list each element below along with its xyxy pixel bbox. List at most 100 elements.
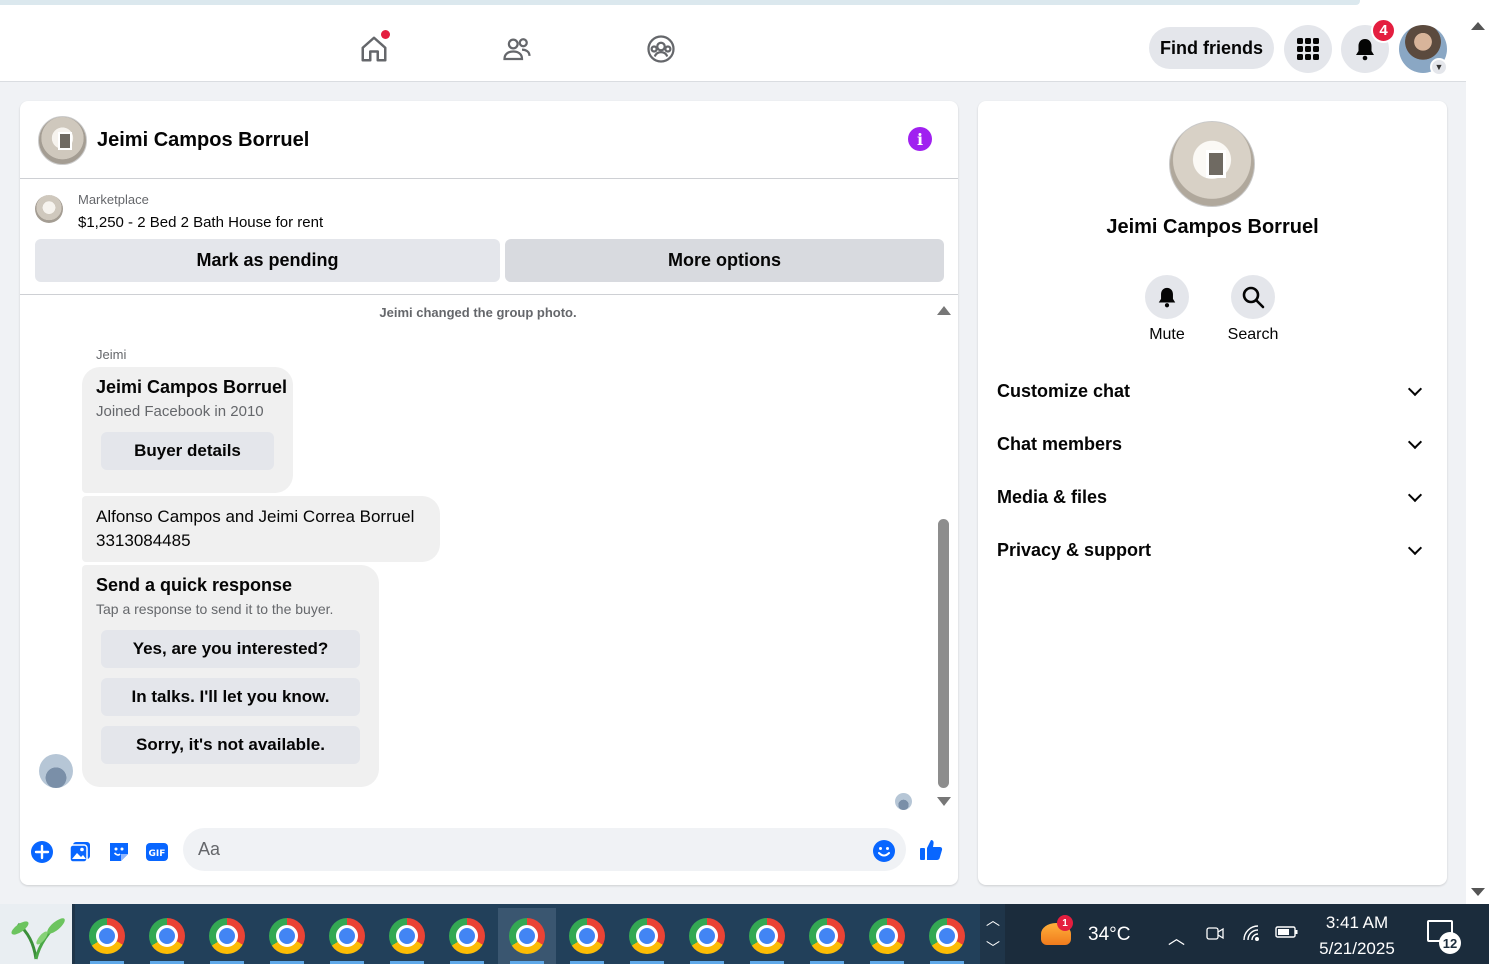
chrome-window-12[interactable] [738,908,796,964]
chrome-window-13[interactable] [798,908,856,964]
pinned-app-button[interactable] [0,904,72,964]
privacy-support-label: Privacy & support [997,539,1152,560]
meet-now-icon[interactable] [1206,924,1224,947]
chrome-window-2[interactable] [138,908,196,964]
chrome-icon [629,918,665,954]
chrome-window-11[interactable] [678,908,736,964]
customize-chat-section[interactable]: Customize chat [997,371,1428,411]
svg-text:GIF: GIF [149,849,166,859]
marketplace-listing: Marketplace $1,250 - 2 Bed 2 Bath House … [20,179,958,295]
buyer-details-button[interactable]: Buyer details [101,432,274,470]
camera-icon [1206,927,1224,940]
taskbar-app-area [75,904,980,964]
scrollbar-thumb[interactable] [938,519,949,788]
info-icon[interactable]: i [908,127,932,151]
clock[interactable]: 3:41 AM 5/21/2025 [1307,910,1407,962]
like-button[interactable] [918,837,944,863]
sticker-button[interactable] [106,839,132,865]
photo-icon [69,842,90,863]
more-actions-button[interactable] [29,839,55,865]
wifi-icon[interactable] [1242,924,1262,947]
chevron-down-icon [1407,381,1423,396]
chat-header: Jeimi Campos Borruel i [20,101,958,179]
quick-response-not-available-button[interactable]: Sorry, it's not available. [101,726,360,764]
windows-taskbar: ︿ ﹀ 1 34°C ︿ 3:41 AM 5/21/2025 12 [0,904,1489,964]
search-icon [1242,286,1265,309]
search-label: Search [1227,326,1279,343]
mute-label: Mute [1149,326,1185,343]
battery-icon[interactable] [1275,924,1299,945]
chrome-window-7[interactable] [438,908,496,964]
listing-title[interactable]: $1,250 - 2 Bed 2 Bath House for rent [78,214,323,231]
quick-response-subtitle: Tap a response to send it to the buyer. [96,601,334,617]
home-notification-dot [381,30,390,39]
chrome-window-4[interactable] [258,908,316,964]
listing-thumbnail[interactable] [35,195,63,223]
chrome-icon [809,918,845,954]
marketplace-label: Marketplace [78,192,149,207]
contact-avatar[interactable] [38,116,87,165]
mute-button[interactable] [1145,275,1189,319]
media-files-section[interactable]: Media & files [997,477,1428,517]
plant-app-icon [11,918,65,960]
attach-photo-button[interactable] [67,839,93,865]
quick-response-yes-button[interactable]: Yes, are you interested? [101,630,360,668]
chrome-window-3[interactable] [198,908,256,964]
contact-name[interactable]: Jeimi Campos Borruel [97,129,309,152]
info-panel-avatar[interactable] [1169,121,1255,207]
quick-response-in-talks-button[interactable]: In talks. I'll let you know. [101,678,360,716]
groups-nav-button[interactable] [644,32,678,66]
taskbar-overflow-arrows[interactable]: ︿ ﹀ [983,904,1003,964]
chrome-window-15[interactable] [918,908,976,964]
show-hidden-icons-icon[interactable]: ︿ [1168,924,1185,949]
buyer-avatar[interactable] [39,754,73,788]
menu-button[interactable] [1284,25,1332,73]
home-nav-button[interactable] [357,30,391,66]
chrome-window-6[interactable] [378,908,436,964]
message-composer: GIF [20,821,958,885]
chrome-icon [449,918,485,954]
mark-as-pending-button[interactable]: Mark as pending [35,239,500,282]
temperature[interactable]: 34°C [1088,924,1130,946]
chat-members-section[interactable]: Chat members [997,424,1428,464]
page-scrollbar[interactable] [1466,14,1489,904]
chrome-window-1[interactable] [78,908,136,964]
privacy-support-section[interactable]: Privacy & support [997,530,1428,570]
chrome-window-5[interactable] [318,908,376,964]
browser-strip [0,0,1489,14]
conversation-info-panel: Jeimi Campos Borruel Mute Search Customi… [978,101,1447,885]
chevron-up-icon[interactable]: ︿ [983,910,1003,930]
chrome-icon [329,918,365,954]
page-scroll-down-icon[interactable] [1471,888,1485,896]
chevron-down-icon [1407,540,1423,555]
search-button[interactable] [1231,275,1275,319]
emoji-button[interactable] [871,838,897,864]
weather-widget[interactable]: 1 [1039,915,1073,949]
buyer-card-subtitle: Joined Facebook in 2010 [96,403,264,420]
chrome-window-8-active[interactable] [498,908,556,964]
chevron-down-icon [1407,434,1423,449]
page-scroll-up-icon[interactable] [1471,22,1485,30]
chrome-icon [89,918,125,954]
find-friends-button[interactable]: Find friends [1149,27,1274,69]
chat-scrollbar[interactable] [936,306,952,811]
message-input[interactable] [183,828,906,871]
chrome-window-9[interactable] [558,908,616,964]
buyer-phone-number: 3313084485 [96,531,191,550]
scroll-down-arrow-icon[interactable] [937,797,951,806]
friends-nav-button[interactable] [500,32,534,66]
notification-count-badge: 4 [1371,18,1396,43]
buyer-info-card: Jeimi Campos Borruel Joined Facebook in … [82,367,293,493]
scroll-up-arrow-icon[interactable] [937,306,951,315]
chrome-icon [389,918,425,954]
more-options-button[interactable]: More options [505,239,944,282]
chrome-window-10[interactable] [618,908,676,964]
action-center-icon[interactable]: 12 [1427,920,1461,954]
mute-action[interactable]: Mute [1137,275,1197,344]
chrome-window-14[interactable] [858,908,916,964]
search-action[interactable]: Search [1223,275,1283,344]
account-chevron-icon[interactable]: ▼ [1430,58,1448,76]
gif-button[interactable]: GIF [144,839,170,865]
chevron-down-icon[interactable]: ﹀ [983,938,1003,958]
grid-menu-icon [1297,38,1319,60]
